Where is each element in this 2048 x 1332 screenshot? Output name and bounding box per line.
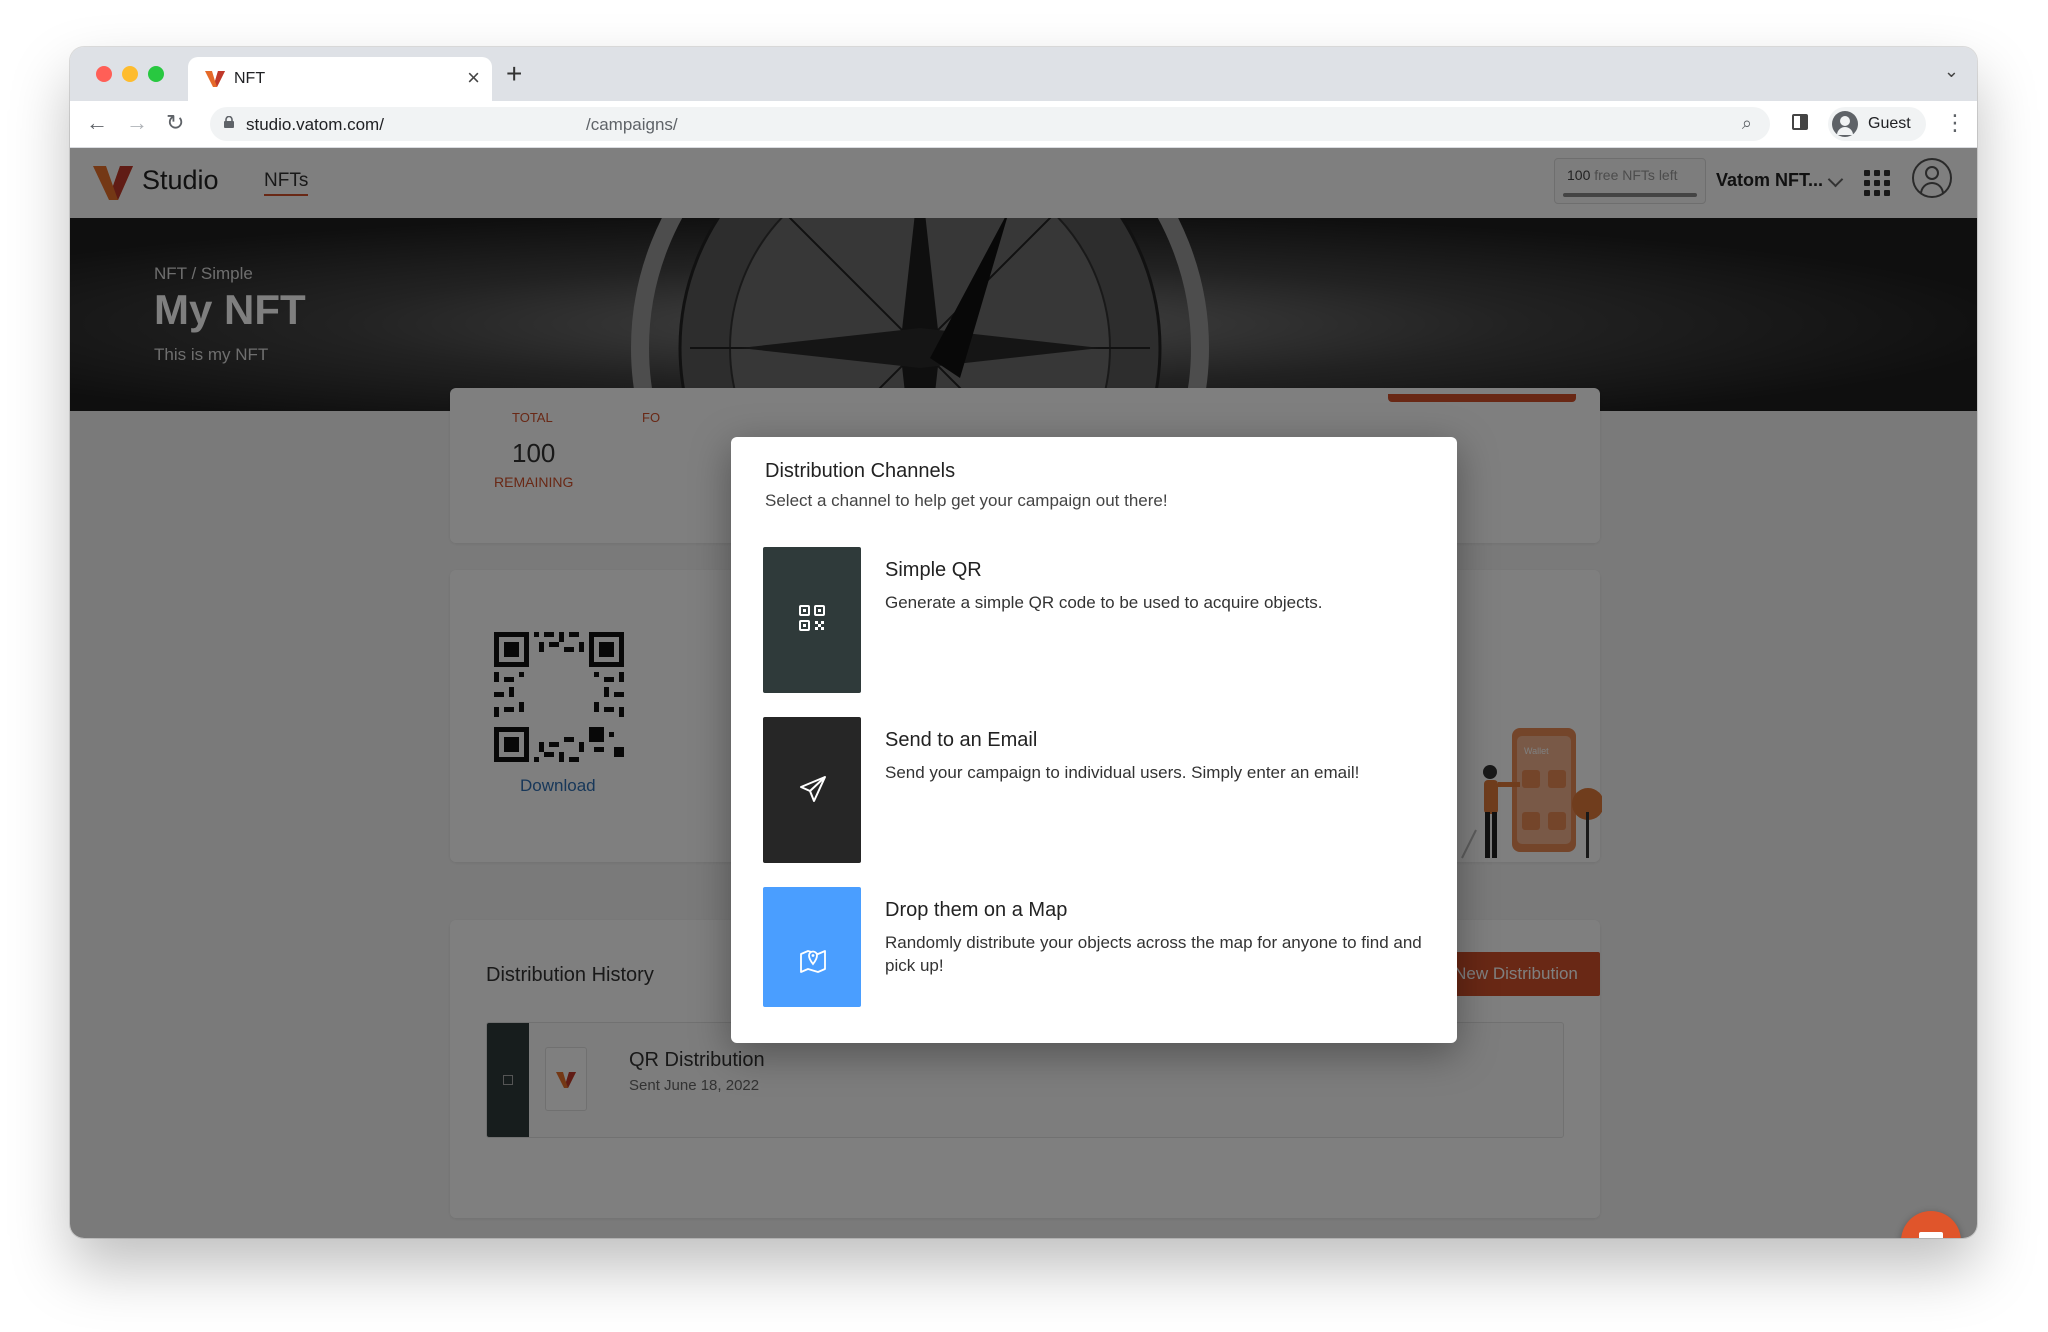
tab-title: NFT: [234, 70, 266, 87]
profile-button[interactable]: Guest: [1828, 107, 1926, 141]
vatom-favicon-icon: [205, 71, 225, 87]
browser-window: NFT × + ⌄ ← → ↻ studio.vatom.com/ /campa…: [70, 47, 1977, 1238]
browser-tab[interactable]: NFT ×: [188, 57, 492, 101]
channel-send-email[interactable]: Send to an Email Send your campaign to i…: [763, 717, 1423, 863]
map-pin-icon: [800, 950, 826, 973]
paper-plane-icon: [800, 776, 826, 802]
channel-description: Send your campaign to individual users. …: [885, 763, 1360, 782]
channel-drop-map[interactable]: Drop them on a Map Randomly distribute y…: [763, 887, 1423, 1007]
reload-button[interactable]: ↻: [166, 109, 184, 137]
forward-button[interactable]: →: [126, 109, 148, 137]
chat-bubble-icon: [1919, 1232, 1943, 1238]
maximize-window-button[interactable]: [148, 66, 164, 82]
channel-tile-send-email[interactable]: [763, 717, 861, 863]
modal-subtitle: Select a channel to help get your campai…: [765, 491, 1168, 510]
lock-icon: [224, 116, 234, 128]
profile-avatar-icon: [1832, 111, 1858, 137]
tab-search-chevron-icon[interactable]: ⌄: [1944, 61, 1959, 82]
address-bar[interactable]: studio.vatom.com/ /campaigns/ ⌕: [210, 107, 1770, 141]
channel-tile-simple-qr[interactable]: [763, 547, 861, 693]
zoom-icon[interactable]: ⌕: [1742, 113, 1752, 134]
minimize-window-button[interactable]: [122, 66, 138, 82]
close-window-button[interactable]: [96, 66, 112, 82]
channel-name: Simple QR: [885, 559, 982, 581]
distribution-channels-modal: Distribution Channels Select a channel t…: [731, 437, 1457, 1043]
tab-close-icon[interactable]: ×: [467, 66, 480, 90]
url-host: studio.vatom.com/: [246, 115, 384, 134]
channel-description: Randomly distribute your objects across …: [885, 933, 1422, 975]
channel-description: Generate a simple QR code to be used to …: [885, 593, 1323, 612]
profile-name: Guest: [1868, 115, 1911, 132]
tab-strip: NFT × + ⌄: [70, 47, 1977, 101]
url-path: /campaigns/: [586, 115, 678, 134]
channel-simple-qr[interactable]: Simple QR Generate a simple QR code to b…: [763, 547, 1423, 693]
channel-tile-drop-map[interactable]: [763, 887, 861, 1007]
browser-toolbar: ← → ↻ studio.vatom.com/ /campaigns/ ⌕ Gu…: [70, 101, 1977, 148]
modal-title: Distribution Channels: [765, 460, 956, 482]
channel-name: Send to an Email: [885, 729, 1038, 751]
new-tab-button[interactable]: +: [506, 59, 522, 89]
channel-name: Drop them on a Map: [885, 899, 1068, 921]
browser-menu-icon[interactable]: ⋮: [1944, 109, 1966, 137]
side-panel-icon[interactable]: [1792, 114, 1808, 130]
back-button[interactable]: ←: [86, 109, 108, 137]
qr-code-icon: [799, 605, 825, 631]
